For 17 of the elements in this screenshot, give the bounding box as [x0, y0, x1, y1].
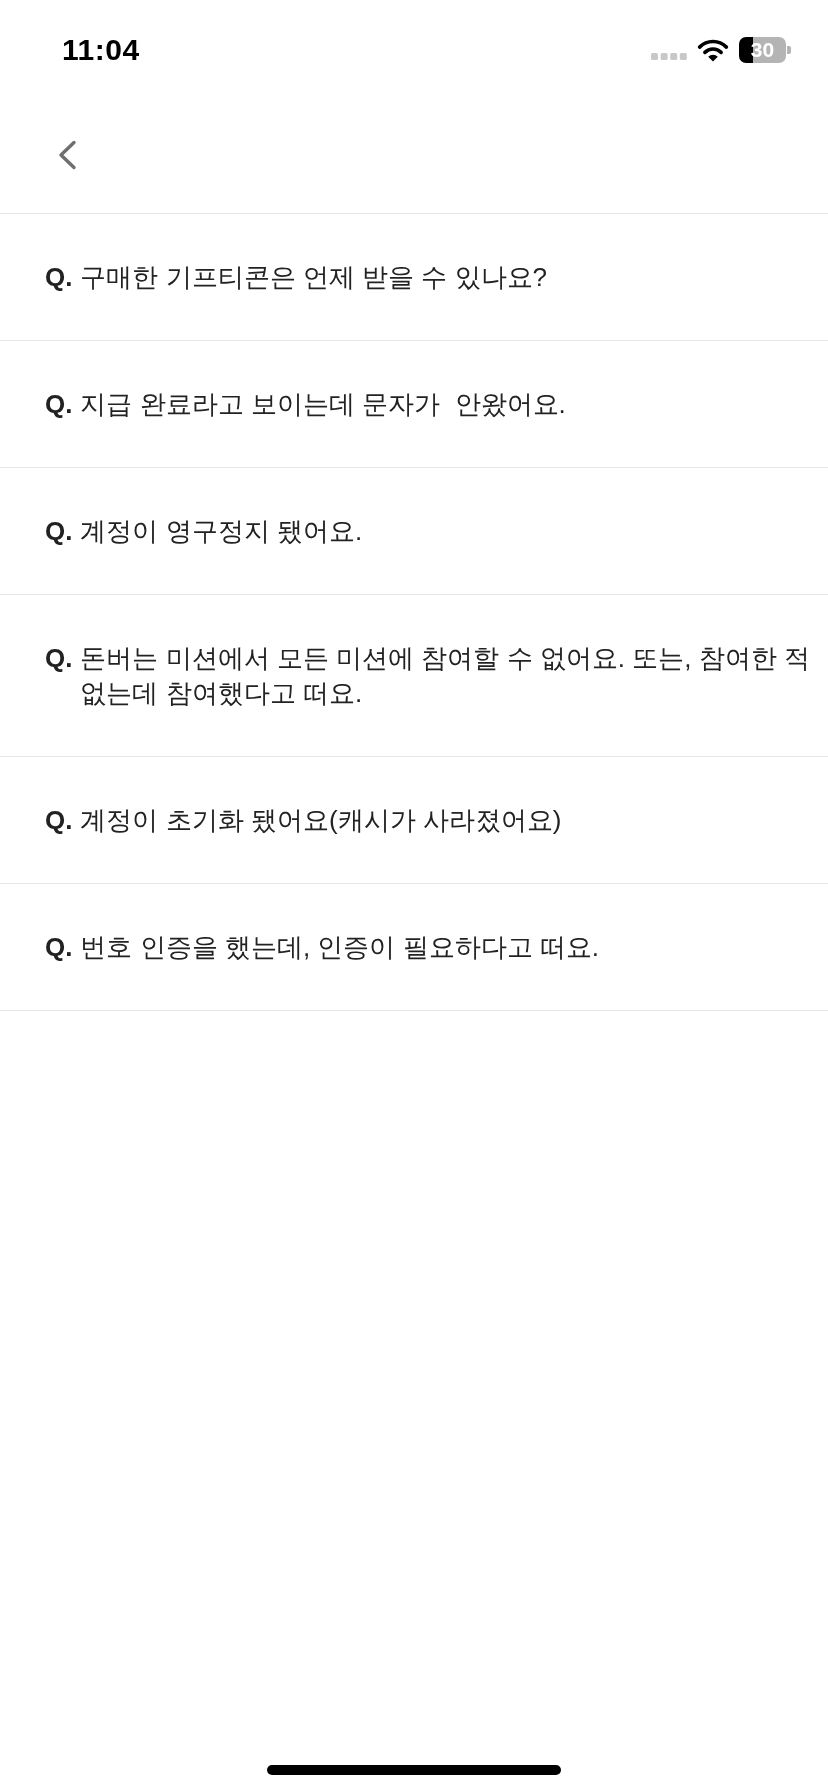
question-prefix: Q. [45, 261, 73, 294]
status-time: 11:04 [62, 33, 140, 67]
question-prefix: Q. [45, 642, 73, 675]
question-prefix: Q. [45, 515, 73, 548]
cellular-signal-icon [651, 53, 687, 60]
question-prefix: Q. [45, 804, 73, 837]
faq-question[interactable]: 계정이 초기화 됐어요(캐시가 사라졌어요) [80, 803, 562, 838]
faq-question[interactable]: 계정이 영구정지 됐어요. [80, 514, 363, 549]
question-prefix: Q. [45, 931, 73, 964]
faq-question[interactable]: 번호 인증을 했는데, 인증이 필요하다고 떠요. [80, 930, 600, 965]
faq-question[interactable]: 돈버는 미션에서 모든 미션에 참여할 수 없어요. 또는, 참여한 적 없는데 참여했다고 떠요. [80, 641, 824, 711]
wifi-icon [697, 38, 729, 62]
faq-question[interactable]: 지급 완료라고 보이는데 문자가 안왔어요. [80, 387, 566, 422]
back-icon [57, 140, 77, 170]
battery-cap-icon [787, 46, 791, 54]
faq-question[interactable]: 구매한 기프티콘은 언제 받을 수 있나요? [80, 260, 548, 295]
question-prefix: Q. [45, 388, 73, 421]
